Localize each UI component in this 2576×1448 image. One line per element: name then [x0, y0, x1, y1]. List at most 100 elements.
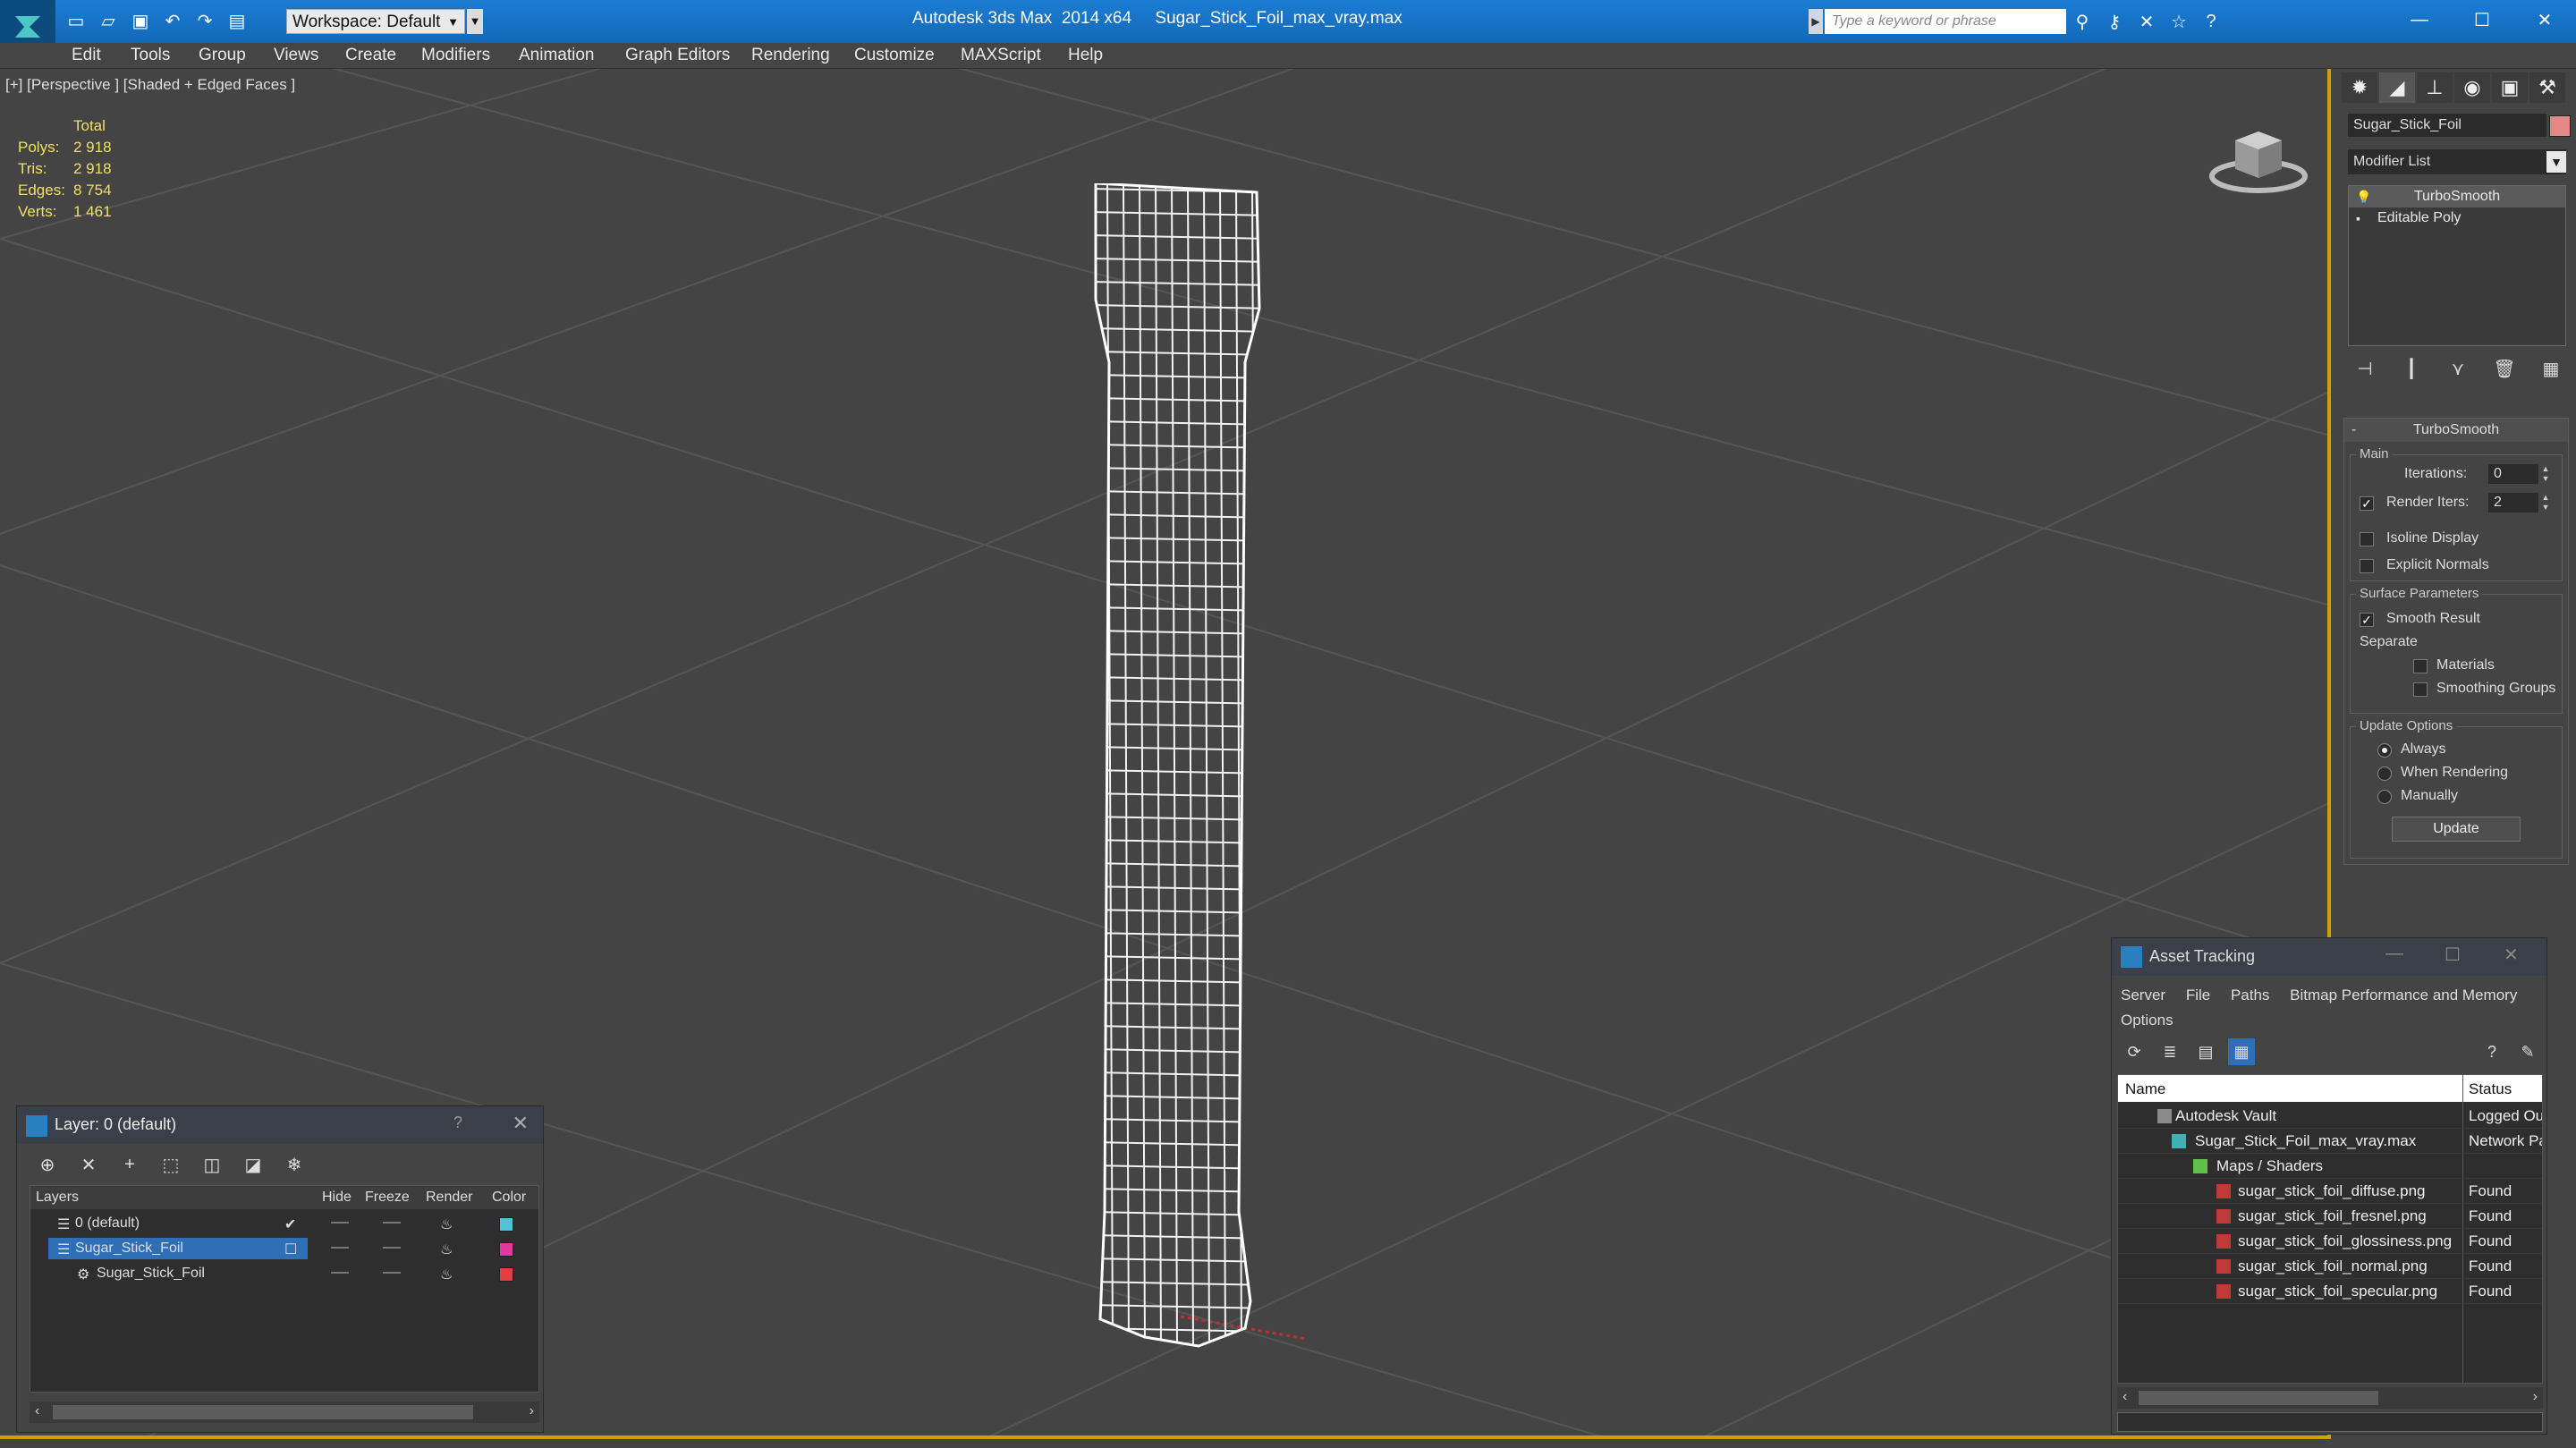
- search-input[interactable]: Type a keyword or phrase: [1825, 9, 2066, 34]
- asset-horizontal-scrollbar[interactable]: ‹ ›: [2117, 1387, 2543, 1409]
- configure-sets-icon[interactable]: ▦: [2534, 355, 2568, 382]
- scroll-right-icon[interactable]: ›: [2533, 1389, 2538, 1405]
- asset-row[interactable]: Autodesk Vault Logged Ou: [2118, 1104, 2542, 1129]
- close-icon[interactable]: ✕: [2504, 944, 2519, 966]
- menu-views[interactable]: Views: [274, 46, 318, 65]
- viewport-label[interactable]: [+] [Perspective ] [Shaded + Edged Faces…: [5, 76, 295, 94]
- isoline-display-checkbox[interactable]: [2360, 532, 2374, 546]
- layer-color-swatch[interactable]: [499, 1217, 513, 1232]
- remove-modifier-icon[interactable]: 🗑: [2487, 355, 2521, 382]
- binoculars-icon[interactable]: ⚲: [2070, 9, 2095, 34]
- menu-modifiers[interactable]: Modifiers: [421, 46, 490, 65]
- menu-edit[interactable]: Edit: [72, 46, 101, 65]
- help-icon[interactable]: ?: [2479, 1038, 2505, 1065]
- menu-bitmap-performance[interactable]: Bitmap Performance and Memory: [2290, 987, 2517, 1003]
- scroll-thumb[interactable]: [2139, 1391, 2378, 1405]
- highlight-layer-icon[interactable]: ◫: [198, 1151, 226, 1178]
- stack-item-editable-poly[interactable]: ▪ Editable Poly: [2349, 207, 2565, 229]
- column-freeze[interactable]: Freeze: [365, 1190, 410, 1206]
- menu-server[interactable]: Server: [2121, 987, 2165, 1003]
- asset-row[interactable]: sugar_stick_foil_normal.png Found: [2118, 1254, 2542, 1279]
- freeze-all-layers-icon[interactable]: ❄: [280, 1151, 309, 1178]
- explicit-normals-checkbox[interactable]: [2360, 559, 2374, 573]
- expand-icon[interactable]: ▪: [2356, 207, 2360, 229]
- freeze-toggle[interactable]: [383, 1222, 401, 1224]
- menu-paths[interactable]: Paths: [2231, 987, 2269, 1003]
- render-teapot-icon[interactable]: ♨: [440, 1266, 453, 1283]
- menu-file[interactable]: File: [2186, 987, 2210, 1003]
- key-icon[interactable]: ⚷: [2102, 9, 2127, 34]
- close-icon[interactable]: ✕: [513, 1112, 529, 1135]
- freeze-toggle[interactable]: [383, 1272, 401, 1274]
- modifier-list-dropdown[interactable]: Modifier List ▼: [2348, 149, 2566, 174]
- column-render[interactable]: Render: [426, 1190, 472, 1206]
- highlight-icon[interactable]: ✎: [2514, 1038, 2541, 1065]
- column-status[interactable]: Status: [2469, 1080, 2512, 1098]
- menu-rendering[interactable]: Rendering: [751, 46, 830, 65]
- render-iters-spinner[interactable]: ▲ ▼: [2540, 493, 2551, 512]
- pin-stack-icon[interactable]: ⊣: [2348, 355, 2382, 382]
- motion-tab-icon[interactable]: ◉: [2454, 72, 2490, 103]
- project-folder-icon[interactable]: ▤: [224, 7, 250, 34]
- column-name[interactable]: Name: [2125, 1080, 2165, 1098]
- thumbnail-view-icon[interactable]: ▤: [2192, 1038, 2219, 1065]
- scroll-left-icon[interactable]: ‹: [35, 1403, 39, 1419]
- stack-item-turbosmooth[interactable]: 💡 TurboSmooth: [2349, 186, 2565, 207]
- materials-checkbox[interactable]: [2413, 659, 2428, 673]
- new-file-icon[interactable]: ▭: [63, 7, 89, 34]
- asset-window-titlebar[interactable]: Asset Tracking — ☐ ✕: [2112, 938, 2546, 976]
- layer-horizontal-scrollbar[interactable]: ‹ ›: [30, 1401, 539, 1423]
- workspace-dropdown[interactable]: Workspace: Default ▼: [286, 9, 465, 34]
- menu-animation[interactable]: Animation: [519, 46, 595, 65]
- delete-layer-icon[interactable]: ✕: [74, 1151, 103, 1178]
- save-file-icon[interactable]: ▣: [127, 7, 154, 34]
- show-end-result-icon[interactable]: ┃: [2394, 355, 2428, 382]
- hide-all-layers-icon[interactable]: ◪: [239, 1151, 267, 1178]
- sugar-stick-wireframe[interactable]: [1091, 183, 1270, 1418]
- render-teapot-icon[interactable]: ♨: [440, 1215, 453, 1233]
- minimize-icon[interactable]: —: [2385, 944, 2403, 964]
- asset-row[interactable]: Maps / Shaders: [2118, 1154, 2542, 1179]
- object-row[interactable]: ⚙ Sugar_Stick_Foil ♨: [30, 1261, 538, 1286]
- smoothing-groups-checkbox[interactable]: [2413, 682, 2428, 697]
- current-layer-box-icon[interactable]: ☐: [284, 1241, 297, 1258]
- asset-row[interactable]: sugar_stick_foil_fresnel.png Found: [2118, 1204, 2542, 1229]
- object-color-swatch[interactable]: [2549, 115, 2571, 137]
- menu-create[interactable]: Create: [345, 46, 396, 65]
- asset-row[interactable]: sugar_stick_foil_glossiness.png Found: [2118, 1229, 2542, 1254]
- maximize-icon[interactable]: ☐: [2451, 0, 2513, 39]
- hide-toggle[interactable]: [331, 1222, 349, 1224]
- redo-icon[interactable]: ↷: [191, 7, 218, 34]
- column-layers[interactable]: Layers: [36, 1190, 79, 1206]
- iterations-spinner[interactable]: ▲ ▼: [2540, 464, 2551, 484]
- hide-toggle[interactable]: [331, 1272, 349, 1274]
- select-objects-icon[interactable]: ⬚: [157, 1151, 185, 1178]
- help-icon[interactable]: ?: [453, 1114, 462, 1132]
- hide-toggle[interactable]: [331, 1247, 349, 1249]
- maximize-icon[interactable]: ☐: [2445, 944, 2461, 966]
- undo-icon[interactable]: ↶: [159, 7, 186, 34]
- table-view-icon[interactable]: ▦: [2228, 1038, 2255, 1065]
- smooth-result-checkbox[interactable]: ✓: [2360, 613, 2374, 627]
- modify-tab-icon[interactable]: ◢: [2379, 72, 2415, 103]
- add-to-layer-icon[interactable]: +: [115, 1151, 144, 1178]
- object-name-field[interactable]: Sugar_Stick_Foil: [2348, 114, 2546, 137]
- update-button[interactable]: Update: [2392, 817, 2521, 842]
- render-iters-input[interactable]: 2: [2488, 493, 2538, 512]
- manually-radio[interactable]: [2377, 790, 2392, 804]
- utilities-tab-icon[interactable]: ⚒: [2529, 72, 2565, 103]
- menu-tools[interactable]: Tools: [131, 46, 170, 65]
- display-tab-icon[interactable]: ▣: [2492, 72, 2528, 103]
- asset-row[interactable]: sugar_stick_foil_specular.png Found: [2118, 1279, 2542, 1304]
- asset-row[interactable]: sugar_stick_foil_diffuse.png Found: [2118, 1179, 2542, 1204]
- make-unique-icon[interactable]: ⋎: [2441, 355, 2475, 382]
- star-icon[interactable]: ☆: [2166, 9, 2191, 34]
- menu-options[interactable]: Options: [2121, 1012, 2174, 1029]
- layer-window-titlebar[interactable]: Layer: 0 (default) ? ✕: [17, 1106, 543, 1144]
- viewcube-icon[interactable]: [2205, 117, 2312, 198]
- layer-row[interactable]: ☰ Sugar_Stick_Foil ☐ ♨: [30, 1236, 538, 1261]
- refresh-icon[interactable]: ⟳: [2121, 1038, 2148, 1065]
- open-file-icon[interactable]: ▱: [95, 7, 122, 34]
- asset-status-field[interactable]: [2117, 1412, 2543, 1432]
- menu-customize[interactable]: Customize: [854, 46, 935, 65]
